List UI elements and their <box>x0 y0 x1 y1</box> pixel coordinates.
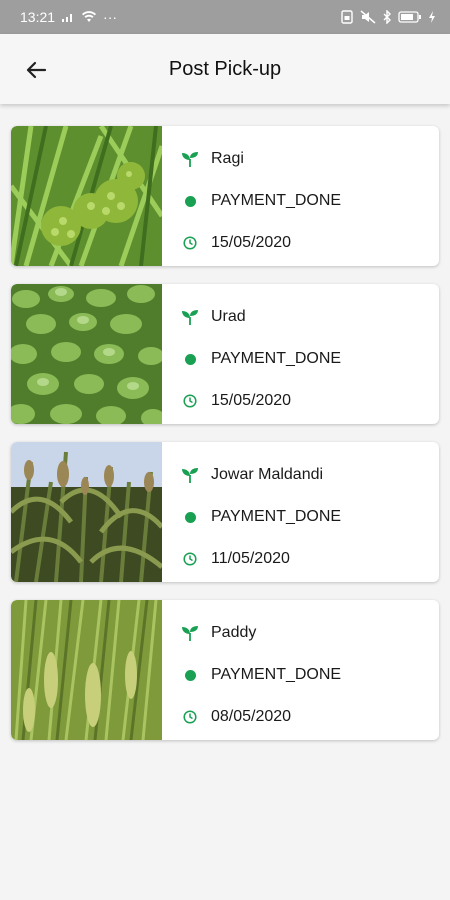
crop-name: Urad <box>211 308 246 325</box>
status-dot-icon <box>181 666 199 684</box>
status-bar: 13:21 ··· <box>0 0 450 34</box>
pickup-card-info: Urad PAYMENT_DONE 15/05/2020 <box>162 284 439 424</box>
date-row: 15/05/2020 <box>181 392 291 410</box>
status-time: 13:21 <box>20 9 56 25</box>
ragi-crop-photo <box>11 126 162 266</box>
pickup-card-info: Paddy PAYMENT_DONE 08/05/2020 <box>162 600 439 740</box>
page-title: Post Pick-up <box>168 57 282 80</box>
sprout-icon <box>181 624 199 642</box>
pickup-card-info: Jowar Maldandi PAYMENT_DONE 11/05/2020 <box>162 442 439 582</box>
payment-status: PAYMENT_DONE <box>211 508 342 525</box>
wifi-icon <box>81 11 97 23</box>
status-row: PAYMENT_DONE <box>181 350 341 368</box>
pickup-card-info: Ragi PAYMENT_DONE 15/05/2020 <box>162 126 439 266</box>
urad-crop-photo <box>11 284 162 424</box>
pickup-date: 11/05/2020 <box>211 550 290 567</box>
battery-icon <box>398 11 422 23</box>
status-row: PAYMENT_DONE <box>181 192 341 210</box>
pickup-card[interactable]: Paddy PAYMENT_DONE 08/05/2020 <box>11 600 439 740</box>
status-row: PAYMENT_DONE <box>181 508 341 526</box>
pickup-date: 15/05/2020 <box>211 392 292 409</box>
status-dot-icon <box>181 350 199 368</box>
clock-icon <box>181 392 199 410</box>
crop-name-row: Paddy <box>181 624 256 642</box>
signal-icon <box>61 11 75 23</box>
clock-icon <box>181 708 199 726</box>
jowar-crop-photo <box>11 442 162 582</box>
pickup-date: 08/05/2020 <box>211 708 292 725</box>
clock-icon <box>181 550 199 568</box>
sprout-icon <box>181 150 199 168</box>
pickup-date: 15/05/2020 <box>211 234 292 251</box>
crop-name-row: Urad <box>181 308 246 326</box>
crop-name: Paddy <box>211 624 257 641</box>
date-row: 11/05/2020 <box>181 550 290 568</box>
status-dot-icon <box>181 192 199 210</box>
status-row: PAYMENT_DONE <box>181 666 341 684</box>
app-bar: Post Pick-up <box>0 34 450 104</box>
back-button[interactable] <box>22 56 50 84</box>
date-row: 15/05/2020 <box>181 234 291 252</box>
back-arrow-icon <box>26 61 47 79</box>
paddy-crop-photo <box>11 600 162 740</box>
crop-name-row: Ragi <box>181 150 244 168</box>
pickup-card[interactable]: Jowar Maldandi PAYMENT_DONE 11/05/2020 <box>11 442 439 582</box>
payment-status: PAYMENT_DONE <box>211 666 342 683</box>
charging-icon <box>428 11 436 23</box>
more-notifications-icon: ··· <box>103 9 118 25</box>
payment-status: PAYMENT_DONE <box>211 192 342 209</box>
crop-name-row: Jowar Maldandi <box>181 466 323 484</box>
pickup-list: Ragi PAYMENT_DONE 15/05/2020 Urad PAYMEN… <box>11 126 439 758</box>
clock-icon <box>181 234 199 252</box>
sim-icon <box>340 10 354 24</box>
crop-name: Ragi <box>211 150 244 167</box>
mute-icon <box>360 10 376 24</box>
date-row: 08/05/2020 <box>181 708 291 726</box>
pickup-card[interactable]: Urad PAYMENT_DONE 15/05/2020 <box>11 284 439 424</box>
crop-name: Jowar Maldandi <box>211 466 324 483</box>
bluetooth-icon <box>382 10 392 24</box>
sprout-icon <box>181 466 199 484</box>
status-dot-icon <box>181 508 199 526</box>
sprout-icon <box>181 308 199 326</box>
pickup-card[interactable]: Ragi PAYMENT_DONE 15/05/2020 <box>11 126 439 266</box>
payment-status: PAYMENT_DONE <box>211 350 342 367</box>
